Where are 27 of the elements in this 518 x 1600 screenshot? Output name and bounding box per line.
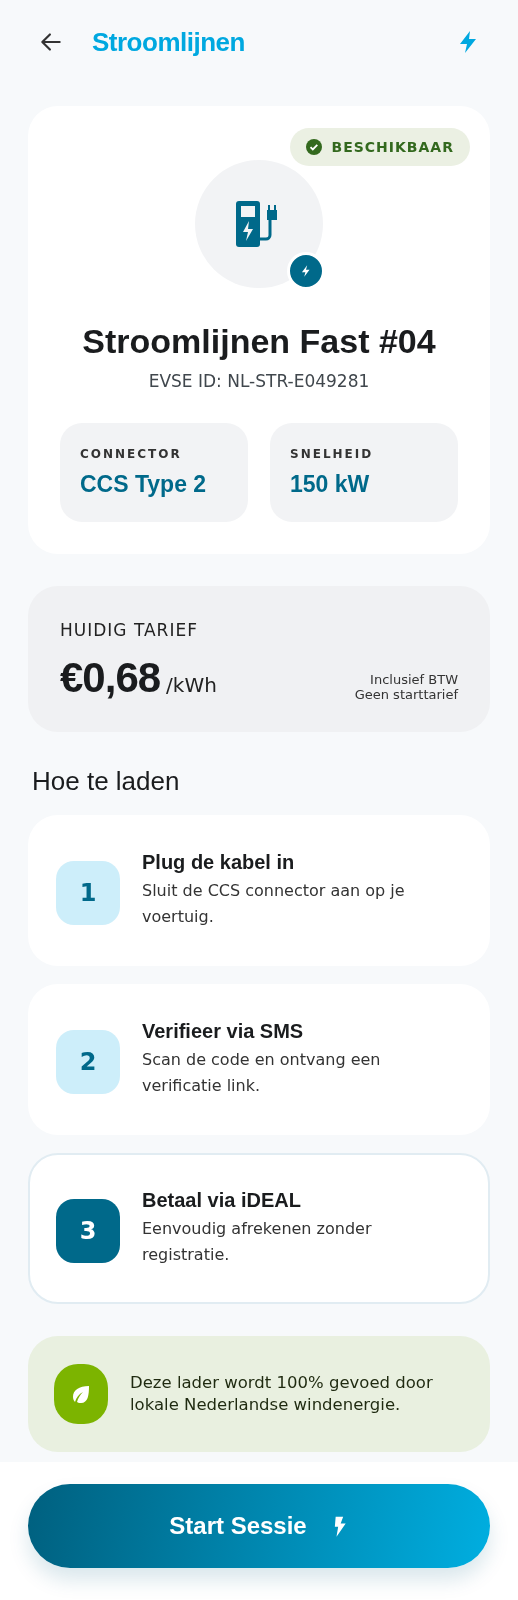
step-title: Betaal via iDEAL [142,1189,302,1212]
tariff-note: Geen starttarief [354,687,458,702]
eco-note: Deze lader wordt 100% gevoed door lokale Nederlandse windenergie. [130,1372,434,1416]
step-number: 2 [56,1029,120,1094]
step-description: Eenvoudig afrekenen zonder registratie. [142,1218,373,1266]
price: €0,68 [60,654,161,702]
spec-label: CONNECTOR [80,447,183,461]
step-title: Plug de kabel in [142,851,296,874]
tariff-note: Inclusief BTW [370,672,458,687]
spec-label: SNELHEID [290,447,375,461]
step-number: 1 [56,860,120,925]
evse-id: EVSE ID: NL-STR-E049281 [148,371,370,391]
charger-name: Stroomlijnen Fast #04 [82,322,436,361]
start-session-button[interactable]: Start Sessie [28,1484,490,1568]
check-icon [305,139,322,155]
price-unit: /kWh [166,673,217,697]
step-number: 3 [56,1198,120,1263]
tariff-label: HUIDIG TARIEF [60,620,199,640]
spec-value: CCS Type 2 [80,471,208,498]
step-description: Scan de code en ontvang een verificatie link. [142,1049,382,1097]
leaf-icon [54,1364,108,1424]
step-title: Verifieer via SMS [142,1020,305,1043]
step-description: Sluit de CCS connector aan op je voertuig. [142,880,406,928]
app-title: Stroomlijnen [92,26,246,58]
status-badge: BESCHIKBAAR [289,128,470,166]
spec-value: 150 kW [290,471,371,498]
section-heading: Hoe te laden [32,766,181,797]
